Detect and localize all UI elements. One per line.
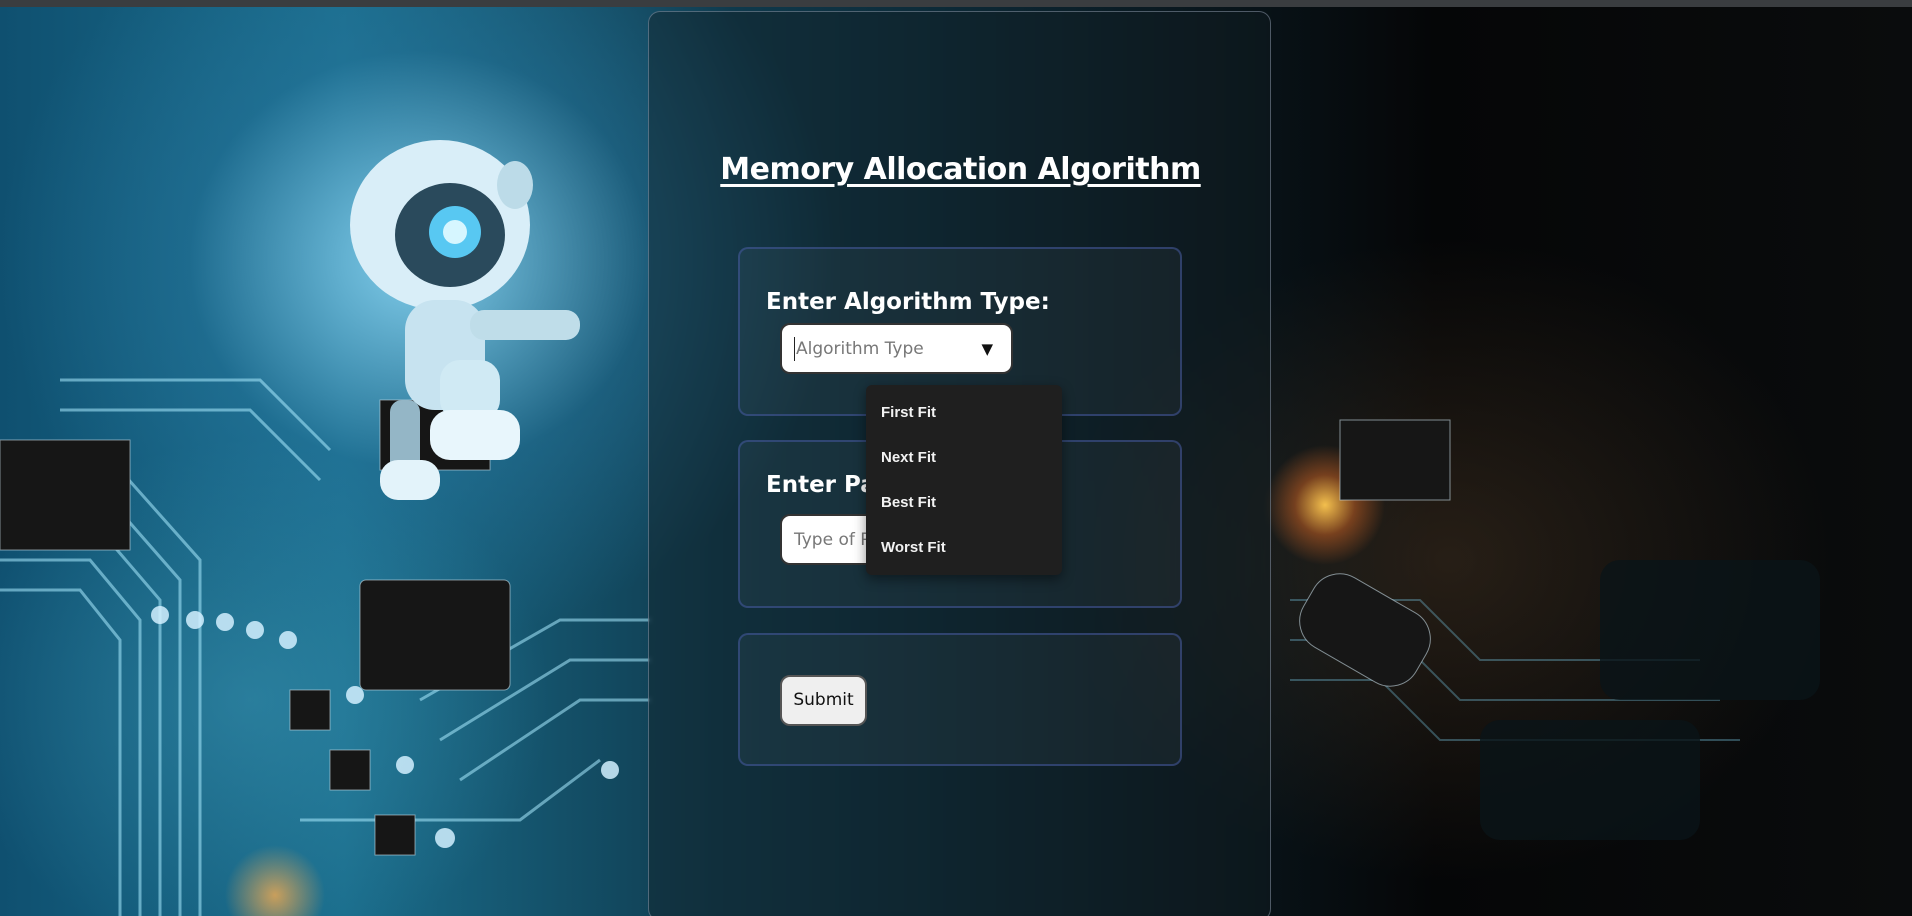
- option-best-fit[interactable]: Best Fit: [881, 494, 936, 511]
- text-cursor: [794, 337, 795, 361]
- algorithm-type-placeholder: Algorithm Type: [796, 339, 924, 359]
- page: Memory Allocation Algorithm Enter Algori…: [0, 0, 1912, 916]
- partition-type-placeholder: Type of P: [794, 530, 871, 550]
- submit-section: Submit: [738, 633, 1182, 766]
- algorithm-type-dropdown: First Fit Next Fit Best Fit Worst Fit: [866, 385, 1062, 575]
- page-title: Memory Allocation Algorithm: [720, 152, 1201, 187]
- option-worst-fit[interactable]: Worst Fit: [881, 539, 946, 556]
- algorithm-type-select[interactable]: Algorithm Type ▼: [780, 323, 1013, 374]
- partition-type-label: Enter Pa: [766, 472, 876, 498]
- option-next-fit[interactable]: Next Fit: [881, 449, 936, 466]
- algorithm-type-label: Enter Algorithm Type:: [766, 289, 1050, 315]
- submit-button[interactable]: Submit: [780, 675, 867, 726]
- option-first-fit[interactable]: First Fit: [881, 404, 936, 421]
- robot-illustration: [350, 140, 580, 500]
- triangle-down-icon[interactable]: ▼: [981, 340, 993, 358]
- partition-type-input[interactable]: Type of P: [780, 514, 880, 565]
